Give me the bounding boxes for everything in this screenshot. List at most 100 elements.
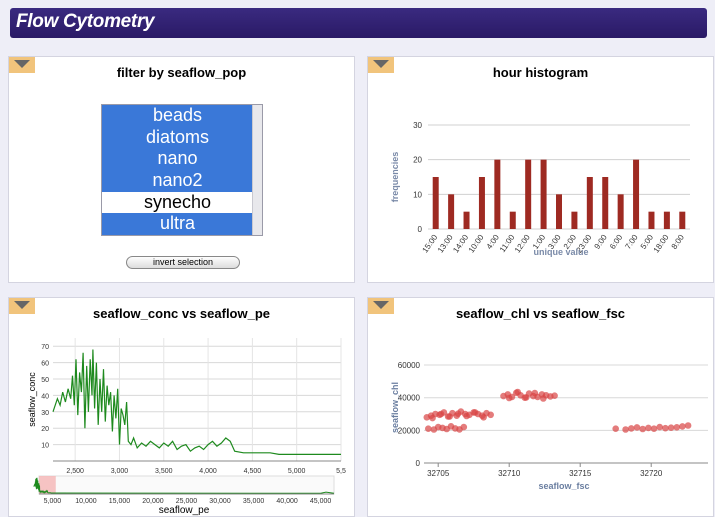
x-tick-label: 7:00	[623, 233, 640, 251]
x-tick-label: 15:00	[420, 233, 439, 255]
scatter-point	[437, 410, 445, 418]
listbox-scrollbar[interactable]	[252, 105, 262, 235]
scatter-point	[684, 422, 692, 429]
bar	[663, 211, 670, 229]
list-option-diatoms[interactable]: diatoms	[102, 126, 253, 149]
navigator-tick-label: 35,000	[243, 498, 265, 505]
scatter-point	[480, 414, 487, 421]
scatter-point	[454, 410, 462, 417]
histogram-panel: hour histogram 0 10 20 30 15:00 13:00 14:00 10:…	[367, 56, 714, 283]
scatter-point	[460, 423, 468, 431]
y-axis-title: frequencies	[390, 152, 400, 203]
list-option-nano[interactable]: nano	[102, 148, 253, 171]
scatter-point	[463, 412, 470, 420]
list-option-beads[interactable]: beads	[102, 105, 253, 127]
x-axis-title: unique value	[533, 247, 588, 257]
scatter-point	[429, 414, 436, 422]
x-tick-label: 14:00	[451, 233, 470, 255]
scatter-point	[551, 392, 558, 399]
navigator-tick-label: 45,000	[310, 498, 332, 505]
x-tick-label: 13:00	[436, 233, 455, 255]
scatter-point	[612, 425, 619, 432]
y-tick-label: 70	[41, 344, 49, 351]
y-axis-title: seaflow_chl	[390, 382, 400, 433]
x-tick-label: 32715	[569, 469, 592, 478]
x-tick-label: 2,500	[66, 468, 84, 475]
y-tick-label: 20	[41, 426, 49, 433]
navigator-tick-label: 10,000	[75, 498, 97, 505]
navigator-track	[38, 475, 335, 495]
app-title: Flow Cytometry	[16, 11, 155, 32]
x-tick-label: 8:00	[670, 233, 687, 251]
y-tick-label: 20000	[398, 426, 421, 435]
y-tick-label: 20	[413, 156, 422, 165]
navigator-tick-label: 25,000	[176, 498, 198, 505]
bar	[556, 194, 562, 229]
bar	[463, 211, 470, 229]
bar	[633, 159, 640, 229]
scatter-point	[650, 425, 658, 432]
conc-panel: seaflow_conc vs seaflow_pe 10 20 30 40 50 60 7…	[8, 297, 355, 517]
scatter-point	[505, 394, 513, 402]
x-tick-label: 9:00	[593, 233, 610, 251]
bar	[586, 177, 593, 229]
navigator-tick-label: 5,000	[44, 498, 62, 505]
bar	[478, 177, 485, 229]
chl-vs-fsc-chart: 0 20000 40000 60000 32705 32710 32715 32720 seaf…	[390, 361, 708, 491]
x-tick-label: 4,500	[244, 468, 262, 475]
list-option-synecho[interactable]: synecho	[102, 191, 253, 214]
scatter-point	[633, 424, 641, 431]
list-option-ultra[interactable]: ultra	[102, 213, 253, 235]
y-tick-label: 10	[413, 190, 422, 199]
bar	[525, 159, 532, 229]
x-tick-label: 32710	[498, 469, 521, 478]
scatter-point	[487, 411, 494, 419]
bar	[432, 177, 439, 229]
x-tick-label: 32720	[640, 469, 663, 478]
bar	[679, 211, 686, 229]
y-tick-label: 0	[418, 225, 423, 234]
x-tick-label: 6:00	[608, 233, 625, 251]
scatter-point	[645, 424, 652, 432]
x-axis-title: seaflow_fsc	[538, 481, 589, 491]
scatter-point	[622, 426, 629, 433]
x-tick-label: 12:00	[513, 233, 532, 255]
scatter-point	[446, 413, 453, 420]
list-option-nano2[interactable]: nano2	[102, 170, 253, 192]
y-tick-label: 40000	[398, 394, 421, 403]
series-line	[52, 349, 341, 455]
bar	[571, 211, 578, 229]
scatter-point	[425, 425, 432, 432]
y-tick-label: 10	[41, 443, 49, 450]
x-axis-title: seaflow_pe	[159, 505, 210, 516]
y-tick-label: 30	[413, 121, 422, 130]
conc-vs-pe-chart[interactable]: 10 20 30 40 50 60 70 2,500 3,000 3,500 4,000 4,500 5…	[9, 298, 354, 516]
bar	[540, 159, 547, 229]
invert-selection-button[interactable]: invert selection	[126, 256, 240, 269]
hour-histogram-chart: 010203015:0013:0014:0010:00 4:0011:0012:0…	[390, 121, 690, 257]
x-tick-label: 3,500	[155, 468, 173, 475]
scatter-point	[667, 424, 675, 431]
scatter-point	[514, 388, 521, 396]
y-tick-label: 60000	[398, 361, 421, 370]
panel-title: filter by seaflow_pop	[116, 65, 247, 80]
x-tick-label: 4,000	[199, 468, 217, 475]
x-tick-label: 18:00	[652, 233, 671, 255]
scatter-point	[531, 389, 539, 397]
navigator-tick-label: 30,000	[209, 498, 231, 505]
bar	[494, 159, 501, 229]
bar	[448, 194, 455, 229]
scatter-point	[522, 394, 530, 401]
x-tick-label: 5,5	[336, 468, 346, 475]
scatter-point	[628, 425, 635, 432]
navigator-tick-label: 20,000	[142, 498, 164, 505]
x-tick-label: 32705	[427, 469, 450, 478]
bar	[648, 211, 655, 229]
scatter-point	[639, 425, 646, 433]
seaflow-pop-listbox[interactable]: beads diatoms nano nano2 synecho ultra	[101, 104, 263, 236]
bar	[509, 211, 516, 229]
y-tick-label: 0	[416, 459, 421, 468]
app-title-bar: Flow Cytometry	[10, 8, 707, 38]
bar	[602, 177, 609, 229]
y-tick-label: 40	[41, 393, 49, 400]
